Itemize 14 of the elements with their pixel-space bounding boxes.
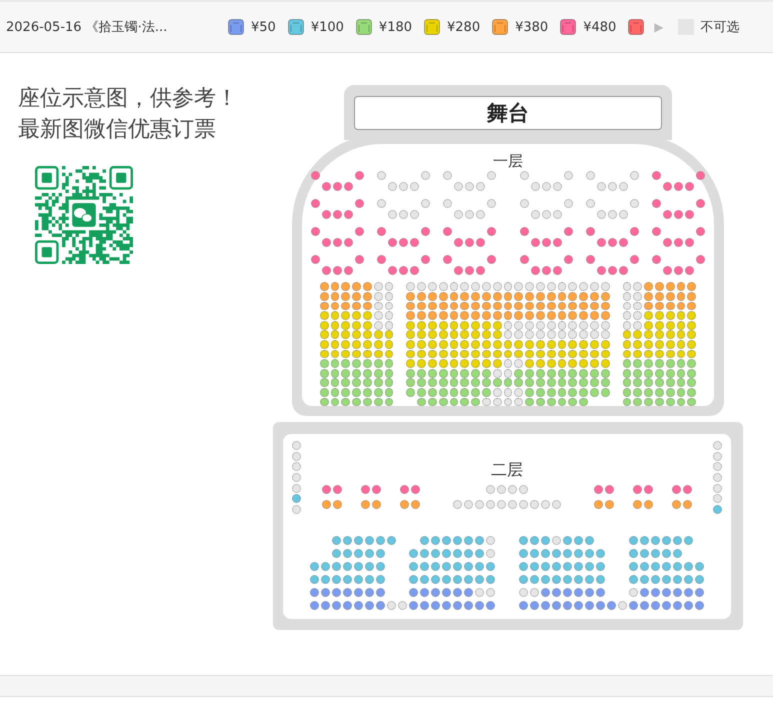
next-arrow[interactable]: ▶ (654, 20, 664, 34)
price-label: ¥50 (251, 20, 276, 34)
notice-text: 最新图微信优惠订票 (18, 116, 217, 144)
floor-label: 一层 (493, 152, 523, 170)
price-label: ¥480 (583, 20, 616, 34)
price-label: ¥100 (310, 20, 344, 34)
stage-label: 舞台 (354, 96, 662, 130)
notice-text: 座位示意图，供参考！ (18, 85, 239, 113)
price-label: ¥180 (378, 20, 412, 34)
show-title: 2026-05-16 《拾玉镯·法... (6, 19, 168, 36)
price-label: 不可选 (700, 19, 740, 36)
price-label: ¥280 (447, 20, 480, 34)
floor-label: 二层 (491, 460, 523, 480)
price-label: ¥380 (515, 20, 548, 34)
